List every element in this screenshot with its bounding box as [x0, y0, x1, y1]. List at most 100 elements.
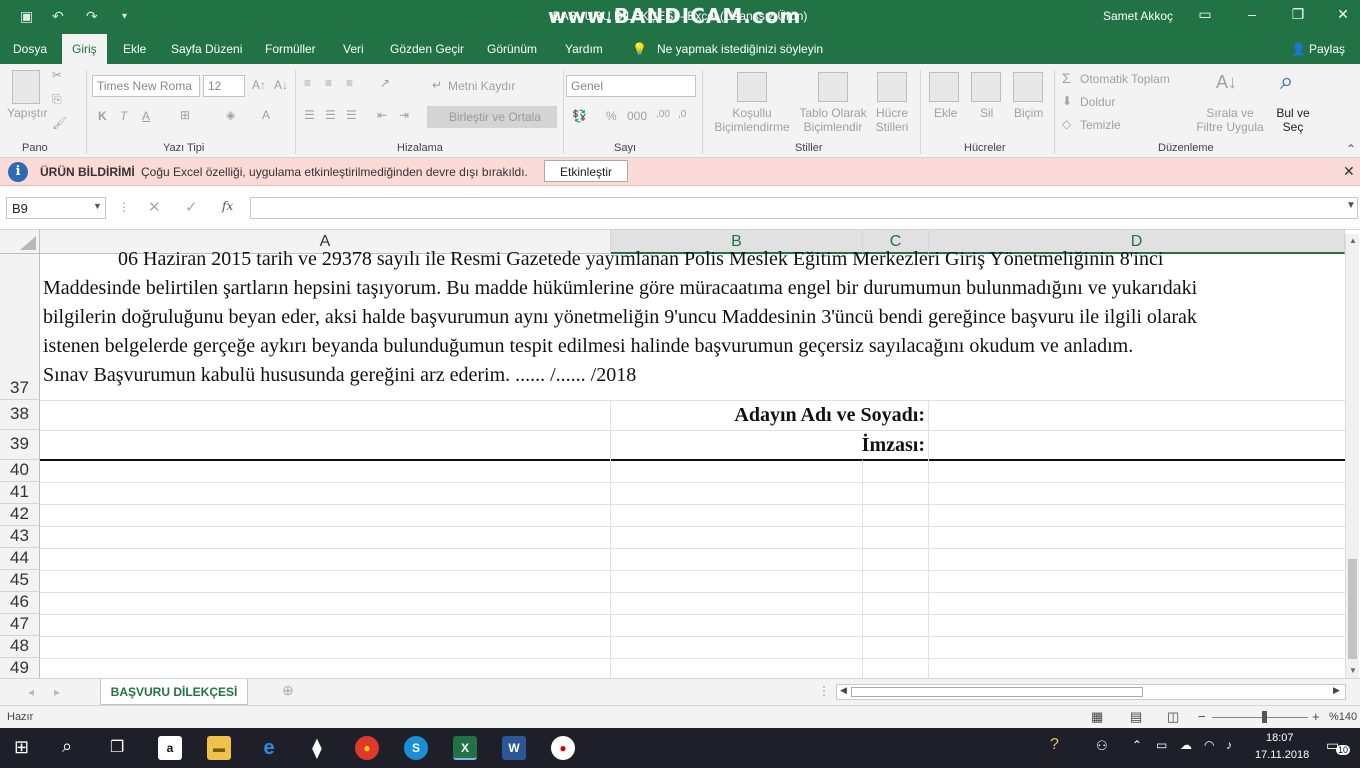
ribbon-display-icon[interactable]: ▭	[1195, 6, 1215, 23]
tab-review[interactable]: Gözden Geçir	[390, 42, 464, 56]
normal-view-icon[interactable]: ▦	[1091, 709, 1103, 725]
fill-icon[interactable]: ⬇	[1062, 94, 1072, 108]
user-name[interactable]: Samet Akkoç	[1103, 9, 1173, 23]
page-layout-view-icon[interactable]: ▤	[1130, 709, 1142, 725]
italic-icon[interactable]: T	[120, 109, 127, 123]
font-name-select[interactable]: Times New Roma	[92, 75, 200, 97]
border-icon[interactable]: ⊞	[180, 108, 190, 122]
row-header-38[interactable]: 38	[0, 400, 40, 430]
formula-input[interactable]	[250, 197, 1358, 219]
delete-cells-icon[interactable]	[971, 72, 1001, 102]
sheet-tab-basvuru[interactable]: BAŞVURU DİLEKÇESİ	[100, 679, 248, 705]
collapse-ribbon-icon[interactable]: ⌃	[1346, 142, 1356, 156]
delete-cells-button[interactable]: Sil	[980, 106, 993, 120]
decrease-indent-icon[interactable]: ⇤	[377, 108, 387, 122]
zoom-in-icon[interactable]: +	[1312, 709, 1320, 724]
search-icon[interactable]: ⌕	[62, 736, 72, 757]
tab-page-layout[interactable]: Sayfa Düzeni	[171, 42, 242, 56]
align-top-icon[interactable]: ≡	[304, 76, 311, 90]
tab-insert[interactable]: Ekle	[123, 42, 146, 56]
format-cells-button[interactable]: Biçim	[1014, 106, 1043, 120]
font-size-select[interactable]: 12	[203, 75, 245, 97]
row-header-46[interactable]: 46	[0, 592, 40, 614]
h-scroll-thumb[interactable]	[851, 687, 1143, 697]
word-icon[interactable]: W	[502, 736, 526, 760]
find-icon[interactable]: ⌕	[1280, 68, 1293, 96]
align-middle-icon[interactable]: ≡	[325, 76, 332, 90]
name-box[interactable]: B9 ▼	[6, 197, 106, 219]
row-header-49[interactable]: 49	[0, 658, 40, 678]
increase-font-icon[interactable]: A↑	[252, 78, 266, 92]
insert-cells-button[interactable]: Ekle	[934, 106, 957, 120]
wrap-text-button[interactable]: Metni Kaydır	[448, 79, 515, 93]
file-explorer-icon[interactable]: ▬	[207, 736, 231, 760]
sort-filter-icon[interactable]: A↓	[1216, 72, 1237, 93]
select-all-corner[interactable]	[0, 230, 40, 254]
eraser-icon[interactable]: ◇	[1062, 117, 1071, 131]
windows-start-icon[interactable]: ⊞	[14, 737, 29, 758]
next-sheet-icon[interactable]: ▸	[54, 685, 60, 699]
dropbox-icon[interactable]: ⧫	[305, 736, 329, 760]
row-header-41[interactable]: 41	[0, 482, 40, 504]
show-hidden-icon[interactable]: ⌃	[1132, 738, 1142, 752]
row-header-39[interactable]: 39	[0, 430, 40, 460]
bandicam-icon[interactable]: ●	[551, 736, 575, 760]
maximize-button[interactable]: ❐	[1288, 6, 1308, 23]
enter-icon[interactable]: ✓	[185, 198, 198, 216]
decrease-decimal-icon[interactable]: ,0	[678, 109, 686, 120]
security-app-icon[interactable]: S	[404, 736, 428, 760]
increase-decimal-icon[interactable]: ,00	[656, 109, 670, 120]
cut-icon[interactable]: ✂	[52, 68, 62, 82]
volume-icon[interactable]: ♪	[1226, 738, 1232, 752]
insert-function-icon[interactable]: fx	[222, 199, 233, 213]
currency-icon[interactable]: 💱	[572, 109, 587, 123]
tab-help[interactable]: Yardım	[565, 42, 603, 56]
format-painter-icon[interactable]: 🖌	[52, 116, 67, 130]
battery-icon[interactable]: ▭	[1156, 738, 1167, 752]
find-select-button[interactable]: Bul ve Seç	[1272, 106, 1314, 134]
row-header-40[interactable]: 40	[0, 460, 40, 482]
close-button[interactable]: ✕	[1333, 6, 1353, 23]
tab-view[interactable]: Görünüm	[487, 42, 537, 56]
chrome-icon[interactable]: ●	[355, 736, 379, 760]
tab-data[interactable]: Veri	[343, 42, 364, 56]
cell-styles-icon[interactable]	[877, 72, 907, 102]
edge-icon[interactable]: e	[257, 736, 281, 760]
format-table-button[interactable]: Tablo Olarak Biçimlendir	[797, 106, 869, 134]
help-icon[interactable]: ?	[1050, 736, 1059, 754]
worksheet-grid[interactable]: A B C D 37 38 39 40 41 42 43 44 45 46 47…	[0, 230, 1360, 678]
wifi-icon[interactable]: ◠	[1204, 738, 1214, 752]
underline-icon[interactable]: A	[142, 109, 150, 123]
autosum-button[interactable]: Otomatik Toplam	[1080, 72, 1170, 86]
align-right-icon[interactable]: ☰	[346, 108, 357, 122]
fill-color-icon[interactable]: ◈	[226, 108, 235, 122]
number-format-select[interactable]: Genel	[566, 75, 696, 97]
zoom-level[interactable]: %140	[1329, 711, 1357, 723]
comma-icon[interactable]: 000	[627, 109, 647, 123]
row-header-47[interactable]: 47	[0, 614, 40, 636]
zoom-slider[interactable]	[1212, 717, 1308, 718]
amazon-icon[interactable]: a	[158, 736, 182, 760]
clear-button[interactable]: Temizle	[1080, 118, 1121, 132]
align-bottom-icon[interactable]: ≡	[346, 76, 353, 90]
percent-icon[interactable]: %	[606, 109, 617, 123]
add-sheet-icon[interactable]: ⊕	[282, 682, 294, 699]
share-button[interactable]: Paylaş	[1309, 42, 1345, 56]
paste-button[interactable]: Yapıştır	[7, 106, 47, 120]
vertical-scrollbar[interactable]: ▲ ▼	[1345, 234, 1359, 678]
merge-center-button[interactable]: Birleştir ve Ortala	[427, 106, 557, 128]
paste-icon[interactable]	[12, 70, 40, 104]
row-header-48[interactable]: 48	[0, 636, 40, 658]
insert-cells-icon[interactable]	[929, 72, 959, 102]
zoom-out-icon[interactable]: −	[1198, 709, 1206, 724]
scroll-thumb[interactable]	[1348, 559, 1357, 659]
bold-icon[interactable]: K	[98, 109, 107, 123]
sigma-icon[interactable]: Σ	[1062, 70, 1071, 86]
clock-date[interactable]: 17.11.2018	[1255, 749, 1309, 761]
align-left-icon[interactable]: ☰	[304, 108, 315, 122]
orientation-icon[interactable]: ↗	[380, 76, 390, 90]
row-header-44[interactable]: 44	[0, 548, 40, 570]
prev-sheet-icon[interactable]: ◂	[28, 685, 34, 699]
cell-styles-button[interactable]: Hücre Stilleri	[871, 106, 913, 134]
minimize-button[interactable]: –	[1242, 6, 1262, 22]
